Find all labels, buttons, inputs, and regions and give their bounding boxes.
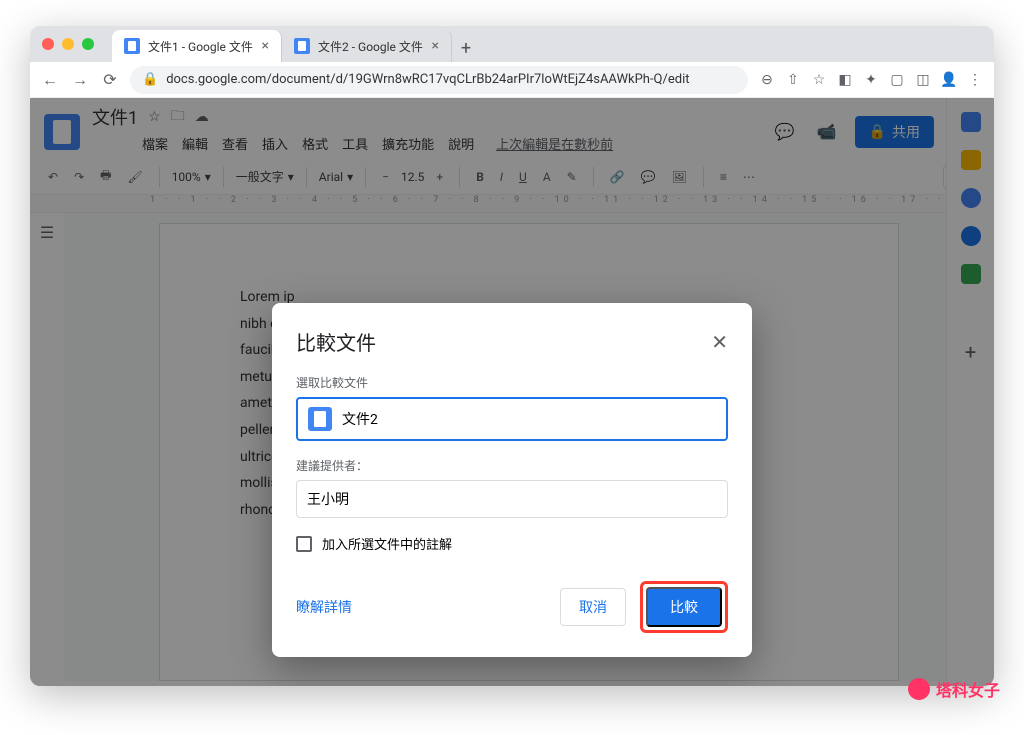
window-controls <box>42 38 94 50</box>
share-icon[interactable]: ⇧ <box>784 72 802 88</box>
learn-more-link[interactable]: 瞭解詳情 <box>296 597 352 617</box>
browser-tab[interactable]: 文件2 - Google 文件 × <box>282 30 452 62</box>
url-text: docs.google.com/document/d/19GWrn8wRC17v… <box>166 72 689 87</box>
lock-icon: 🔒 <box>142 72 158 87</box>
watermark-icon <box>908 678 930 700</box>
select-file-label: 選取比較文件 <box>296 374 728 391</box>
confirm-highlight: 比較 <box>640 581 728 633</box>
selected-file-name: 文件2 <box>342 409 378 429</box>
puzzle-icon[interactable]: ✦ <box>862 72 880 88</box>
sidepanel-icon[interactable]: ◫ <box>914 72 932 88</box>
url-input[interactable]: 🔒 docs.google.com/document/d/19GWrn8wRC1… <box>130 66 748 94</box>
menu-icon[interactable]: ⋮ <box>966 72 984 88</box>
watermark-text: 塔科女子 <box>936 677 1000 701</box>
extension-icon[interactable]: ◧ <box>836 72 854 88</box>
docs-favicon-icon <box>294 38 310 54</box>
docs-file-icon <box>308 407 332 431</box>
compare-button[interactable]: 比較 <box>646 587 722 627</box>
compare-documents-dialog: 比較文件 ✕ 選取比較文件 文件2 建議提供者： 王小明 加入所選文件中的註解 … <box>272 303 752 657</box>
browser-window: 文件1 - Google 文件 × 文件2 - Google 文件 × + ← … <box>30 26 994 686</box>
tab-close-icon[interactable]: × <box>432 38 439 54</box>
file-picker-input[interactable]: 文件2 <box>296 397 728 441</box>
titlebar: 文件1 - Google 文件 × 文件2 - Google 文件 × + <box>30 26 994 62</box>
address-bar: ← → ⟳ 🔒 docs.google.com/document/d/19GWr… <box>30 62 994 98</box>
dialog-close-button[interactable]: ✕ <box>711 330 728 354</box>
cancel-button[interactable]: 取消 <box>560 588 626 626</box>
new-tab-button[interactable]: + <box>452 34 480 62</box>
browser-actions: ⊖ ⇧ ☆ ◧ ✦ ▢ ◫ 👤 ⋮ <box>758 72 984 88</box>
maximize-window-button[interactable] <box>82 38 94 50</box>
dialog-title: 比較文件 <box>296 327 376 356</box>
tab-title: 文件2 - Google 文件 <box>318 38 423 55</box>
tab-close-icon[interactable]: × <box>262 38 269 54</box>
suggester-label: 建議提供者： <box>296 457 728 474</box>
docs-app: 文件1 ☆ 🗀 ☁ 檔案 編輯 查看 插入 格式 工具 擴充功能 說明 上次編輯… <box>30 98 994 686</box>
bookmark-icon[interactable]: ☆ <box>810 72 828 88</box>
tab-bar: 文件1 - Google 文件 × 文件2 - Google 文件 × + <box>112 26 480 62</box>
tab-title: 文件1 - Google 文件 <box>148 38 253 55</box>
checkbox-label: 加入所選文件中的註解 <box>322 534 452 553</box>
cast-icon[interactable]: ▢ <box>888 72 906 88</box>
docs-favicon-icon <box>124 38 140 54</box>
search-icon[interactable]: ⊖ <box>758 72 776 88</box>
browser-tab-active[interactable]: 文件1 - Google 文件 × <box>112 30 282 62</box>
close-window-button[interactable] <box>42 38 54 50</box>
profile-icon[interactable]: 👤 <box>940 72 958 88</box>
reload-button[interactable]: ⟳ <box>100 70 120 89</box>
minimize-window-button[interactable] <box>62 38 74 50</box>
include-comments-checkbox[interactable] <box>296 536 312 552</box>
suggester-input[interactable]: 王小明 <box>296 480 728 518</box>
back-button[interactable]: ← <box>40 70 60 90</box>
forward-button[interactable]: → <box>70 70 90 90</box>
watermark: 塔科女子 <box>908 677 1000 701</box>
